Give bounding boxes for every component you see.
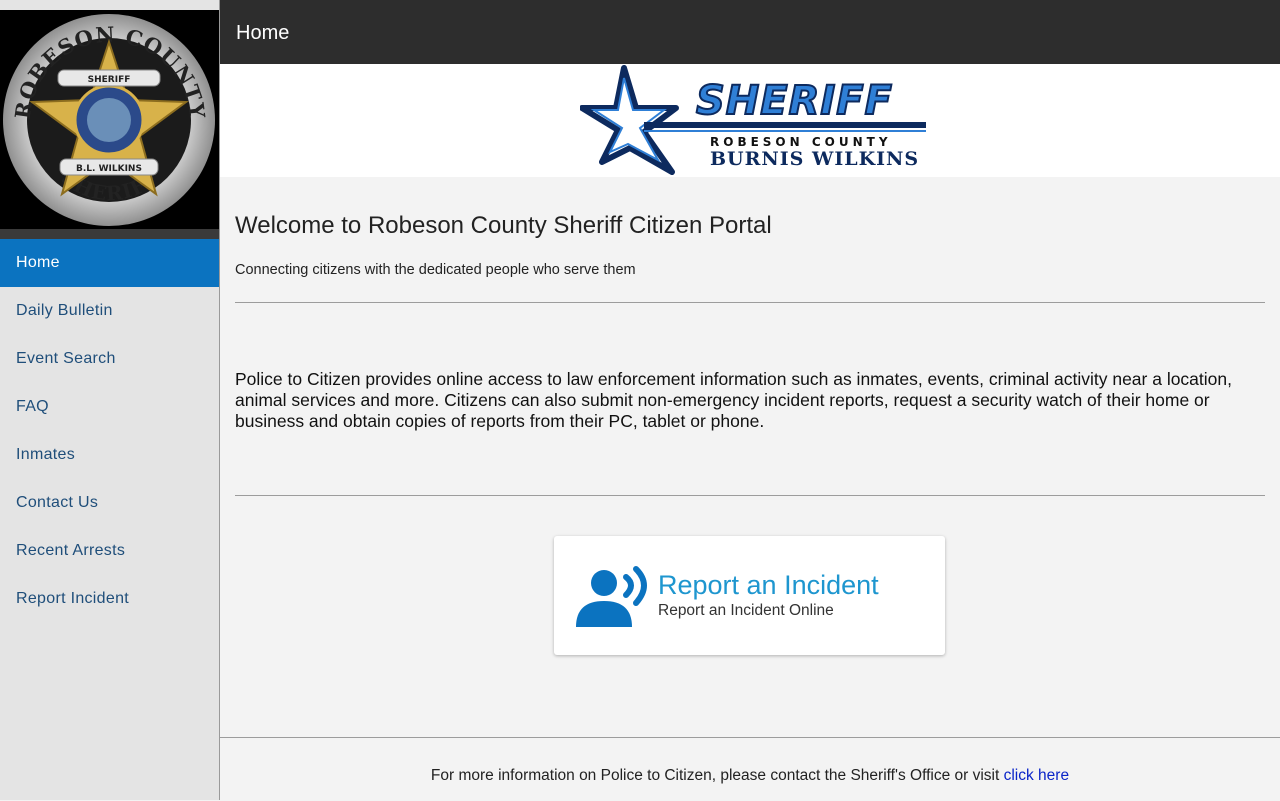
sidebar-item-contact-us[interactable]: Contact Us	[0, 479, 219, 527]
svg-text:B.L. WILKINS: B.L. WILKINS	[76, 164, 142, 174]
svg-text:SHERIFF: SHERIFF	[88, 75, 131, 85]
report-incident-title: Report an Incident	[658, 570, 879, 600]
welcome-heading: Welcome to Robeson County Sheriff Citize…	[235, 212, 772, 239]
divider-top	[235, 302, 1265, 303]
person-broadcast-icon	[576, 566, 647, 627]
report-incident-card[interactable]: Report an Incident Report an Incident On…	[554, 536, 945, 655]
sheriff-badge-logo: ROBESON COUNTY SHERIFF SHERIFF B.L. WILK…	[0, 10, 219, 229]
footer-text: For more information on Police to Citize…	[220, 767, 1280, 785]
sidebar-item-recent-arrests[interactable]: Recent Arrests	[0, 527, 219, 575]
footer-message: For more information on Police to Citize…	[430, 767, 1004, 784]
sidebar-item-faq[interactable]: FAQ	[0, 383, 219, 431]
sidebar-item-inmates[interactable]: Inmates	[0, 431, 219, 479]
sidebar-item-home[interactable]: Home	[0, 239, 219, 287]
report-incident-subtitle: Report an Incident Online	[658, 602, 834, 619]
footer: For more information on Police to Citize…	[220, 737, 1280, 801]
banner-logo-word: SHERIFF	[696, 78, 893, 124]
footer-click-here-link[interactable]: click here	[1004, 767, 1069, 784]
banner-county: ROBESON COUNTY	[710, 135, 892, 149]
sidebar: ROBESON COUNTY SHERIFF SHERIFF B.L. WILK…	[0, 0, 220, 800]
top-header-bar: Home	[220, 0, 1280, 64]
portal-description: Police to Citizen provides online access…	[235, 369, 1232, 431]
sidebar-item-daily-bulletin[interactable]: Daily Bulletin	[0, 287, 219, 335]
divider-bottom	[235, 495, 1265, 496]
sheriff-banner: SHERIFF ROBESON COUNTY BURNIS WILKINS	[220, 64, 1280, 177]
sidebar-nav: Home Daily Bulletin Event Search FAQ Inm…	[0, 239, 219, 623]
badge-divider	[0, 229, 219, 239]
banner-sheriff-name: BURNIS WILKINS	[710, 148, 919, 170]
sidebar-item-report-incident[interactable]: Report Incident	[0, 575, 219, 623]
page-title: Home	[236, 22, 290, 44]
welcome-subtitle: Connecting citizens with the dedicated p…	[235, 262, 636, 278]
sheriff-banner-logo: SHERIFF ROBESON COUNTY BURNIS WILKINS	[580, 65, 926, 175]
sidebar-item-event-search[interactable]: Event Search	[0, 335, 219, 383]
